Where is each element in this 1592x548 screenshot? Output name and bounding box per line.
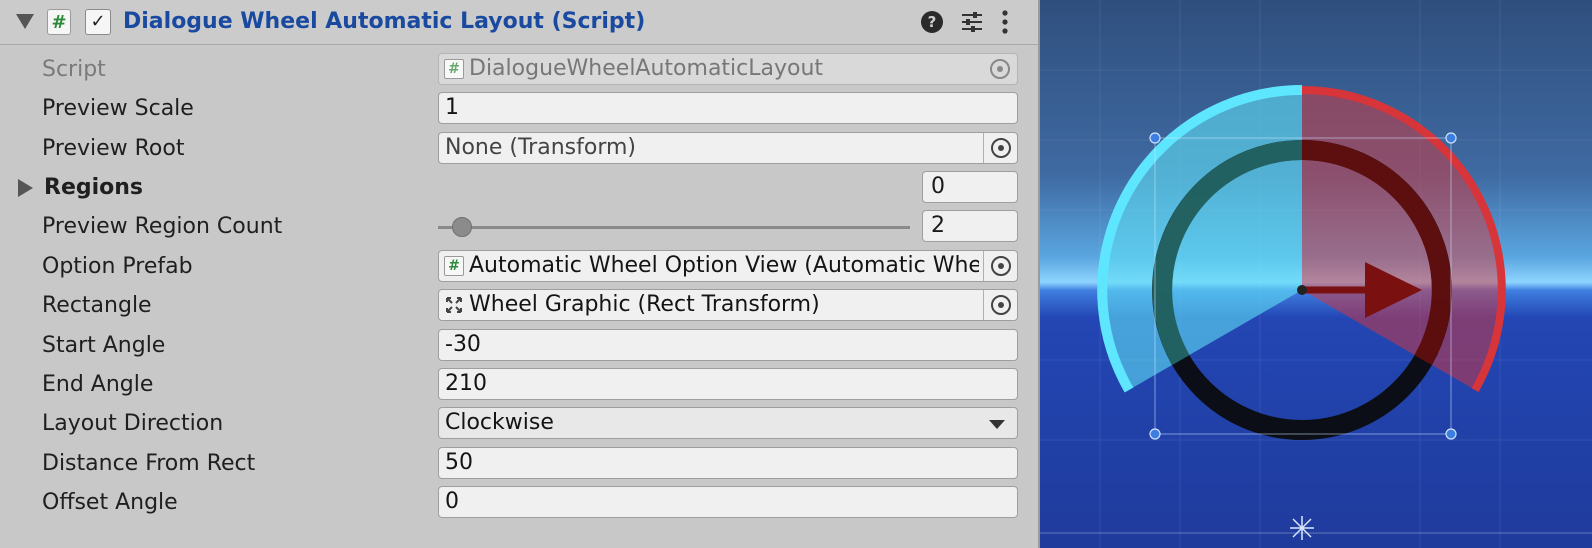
scene-view[interactable] [1040, 0, 1592, 548]
end-angle-field[interactable]: 210 [438, 368, 1018, 400]
preview-scale-row: Preview Scale 1 [0, 90, 1038, 128]
script-file-icon: # [444, 256, 464, 276]
rectangle-label: Rectangle [42, 293, 152, 318]
rectangle-field[interactable]: Wheel Graphic (Rect Transform) [438, 289, 1018, 321]
rectangle-row: Rectangle Wheel Graphic (Rect Transform) [0, 287, 1038, 325]
script-field: # DialogueWheelAutomaticLayout [438, 53, 1018, 85]
script-value: DialogueWheelAutomaticLayout [469, 56, 824, 81]
rectangle-value: Wheel Graphic (Rect Transform) [469, 292, 820, 317]
regions-row[interactable]: Regions 0 [0, 169, 1038, 207]
script-file-icon: # [444, 59, 464, 79]
preview-region-count-label: Preview Region Count [42, 214, 283, 239]
component-title: Dialogue Wheel Automatic Layout (Script) [123, 9, 646, 34]
wheel-pivot [1297, 285, 1307, 295]
presets-icon[interactable] [960, 10, 984, 34]
regions-size-field[interactable]: 0 [922, 171, 1018, 203]
scene-canvas[interactable] [1040, 0, 1592, 548]
object-picker-icon[interactable] [983, 251, 1017, 281]
distance-from-rect-label: Distance From Rect [42, 451, 256, 476]
help-icon[interactable]: ? [921, 11, 943, 33]
script-label: Script [42, 57, 106, 82]
preview-region-count-row: Preview Region Count 2 [0, 208, 1038, 246]
start-angle-row: Start Angle -30 [0, 327, 1038, 365]
end-angle-row: End Angle 210 [0, 366, 1038, 404]
start-angle-field[interactable]: -30 [438, 329, 1018, 361]
offset-angle-label: Offset Angle [42, 490, 178, 515]
start-angle-label: Start Angle [42, 333, 166, 358]
end-angle-label: End Angle [42, 372, 154, 397]
script-icon: # [47, 9, 71, 35]
foldout-arrow-icon[interactable] [16, 14, 34, 29]
object-picker-icon[interactable] [983, 290, 1017, 320]
more-options-icon[interactable] [1000, 8, 1010, 36]
inspector-panel: # ✓ Dialogue Wheel Automatic Layout (Scr… [0, 0, 1040, 548]
slider-thumb[interactable] [451, 217, 472, 237]
layout-direction-dropdown[interactable]: Clockwise [438, 407, 1018, 439]
component-enabled-checkbox[interactable]: ✓ [85, 9, 111, 35]
slider-track[interactable] [438, 226, 910, 229]
offset-angle-field[interactable]: 0 [438, 486, 1018, 518]
script-row: Script # DialogueWheelAutomaticLayout [0, 51, 1038, 89]
object-picker-icon [983, 54, 1017, 84]
preview-scale-field[interactable]: 1 [438, 92, 1018, 124]
rect-handle[interactable] [1149, 428, 1161, 440]
preview-scale-label: Preview Scale [42, 96, 194, 121]
layout-direction-label: Layout Direction [42, 411, 224, 436]
expand-arrow-icon[interactable] [18, 179, 33, 197]
preview-region-count-field[interactable]: 2 [922, 210, 1018, 242]
regions-label: Regions [44, 175, 144, 200]
preview-root-field[interactable]: None (Transform) [438, 132, 1018, 164]
object-picker-icon[interactable] [983, 133, 1017, 163]
rect-handle[interactable] [1445, 132, 1457, 144]
option-prefab-field[interactable]: # Automatic Wheel Option View (Automatic… [438, 250, 1018, 282]
preview-root-label: Preview Root [42, 136, 185, 161]
offset-angle-row: Offset Angle 0 [0, 484, 1038, 522]
rect-handle[interactable] [1445, 428, 1457, 440]
option-prefab-label: Option Prefab [42, 254, 193, 279]
rect-handle[interactable] [1149, 132, 1161, 144]
distance-from-rect-row: Distance From Rect 50 [0, 445, 1038, 483]
pivot-star-icon [1290, 516, 1314, 540]
distance-from-rect-field[interactable]: 50 [438, 447, 1018, 479]
option-prefab-row: Option Prefab # Automatic Wheel Option V… [0, 248, 1038, 286]
chevron-down-icon [989, 420, 1005, 429]
layout-direction-value: Clockwise [445, 410, 554, 435]
component-header[interactable]: # ✓ Dialogue Wheel Automatic Layout (Scr… [0, 0, 1038, 45]
option-prefab-value: Automatic Wheel Option View (Automatic W… [469, 253, 979, 278]
layout-direction-row: Layout Direction Clockwise [0, 405, 1038, 443]
rect-transform-icon [446, 297, 462, 313]
preview-root-value: None (Transform) [445, 135, 636, 160]
preview-root-row: Preview Root None (Transform) [0, 130, 1038, 168]
